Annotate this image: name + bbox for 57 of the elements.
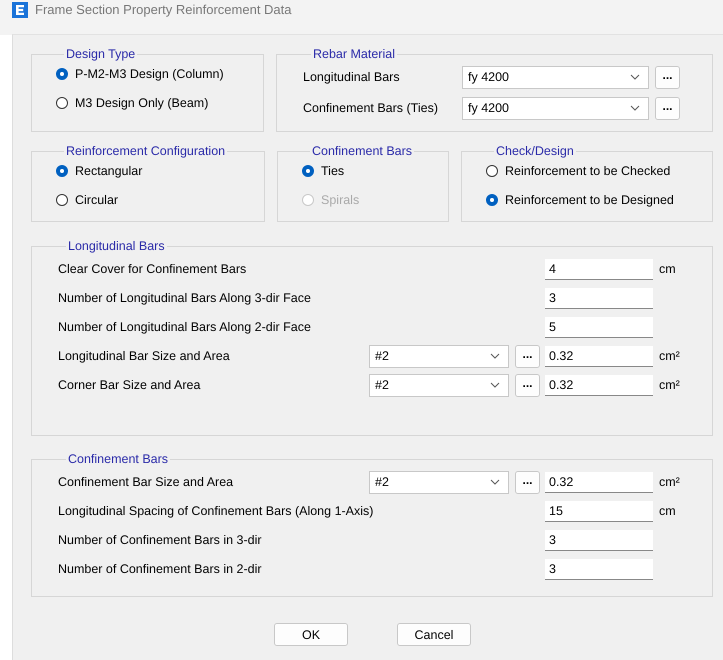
unit-label: cm — [658, 504, 677, 518]
field-label: Confinement Bar Size and Area — [58, 475, 234, 489]
radio-option[interactable]: Rectangular — [56, 162, 264, 179]
more-button[interactable]: ... — [515, 374, 540, 396]
dropdown[interactable]: #2 — [369, 344, 509, 368]
input-field[interactable]: 3 — [545, 558, 653, 580]
radio-option[interactable]: Ties — [302, 162, 448, 179]
dialog-button[interactable]: OK — [274, 623, 348, 646]
dropdown[interactable]: fy 4200 — [462, 96, 649, 120]
more-button[interactable]: ... — [655, 66, 680, 88]
unit-label: cm² — [658, 349, 681, 363]
input-field[interactable]: 15 — [545, 500, 653, 522]
radio-option[interactable]: Reinforcement to be Checked — [486, 162, 712, 179]
chevron-down-icon — [490, 479, 500, 485]
field-label: Clear Cover for Confinement Bars — [58, 262, 248, 276]
input-field[interactable]: 0.32 — [545, 374, 653, 396]
input-field[interactable]: 0.32 — [545, 346, 653, 366]
input-field[interactable]: 5 — [545, 316, 653, 338]
input-field[interactable]: 3 — [545, 530, 653, 550]
radio-option[interactable]: Circular — [56, 191, 264, 208]
field-label: Number of Confinement Bars in 2-dir — [58, 562, 263, 576]
input-field[interactable]: 0.32 — [545, 472, 653, 492]
chevron-down-icon — [490, 382, 500, 388]
radio-option[interactable]: P-M2-M3 Design (Column) — [56, 65, 263, 82]
unit-label: cm² — [658, 475, 681, 489]
radio-option[interactable]: Reinforcement to be Designed — [486, 191, 712, 208]
field-label: Longitudinal Bars — [303, 70, 401, 84]
unit-label: cm — [658, 262, 677, 276]
group-title: Confinement Bars — [311, 144, 414, 158]
unit-label: cm² — [658, 378, 681, 392]
input-field[interactable]: 4 — [545, 258, 653, 280]
group-title: Design Type — [65, 47, 136, 61]
field-label: Number of Longitudinal Bars Along 3-dir Face — [58, 291, 312, 305]
more-button[interactable]: ... — [655, 96, 680, 120]
group-title: Rebar Material — [312, 47, 396, 61]
field-label: Longitudinal Spacing of Confinement Bars (Along 1-Axis) — [58, 504, 374, 518]
window-title: Frame Section Property Reinforcement Data — [35, 2, 292, 17]
group-title: Check/Design — [495, 144, 575, 158]
chevron-down-icon — [630, 105, 640, 111]
field-label: Corner Bar Size and Area — [58, 378, 202, 392]
field-label: Number of Longitudinal Bars Along 2-dir Face — [58, 320, 312, 334]
group-title: Reinforcement Configuration — [65, 144, 226, 158]
input-field[interactable]: 3 — [545, 288, 653, 308]
field-label: Number of Confinement Bars in 3-dir — [58, 533, 263, 547]
dropdown[interactable]: fy 4200 — [462, 66, 649, 88]
dropdown[interactable]: #2 — [369, 374, 509, 396]
dropdown[interactable]: #2 — [369, 470, 509, 494]
group-title: Longitudinal Bars — [67, 239, 166, 253]
field-label: Longitudinal Bar Size and Area — [58, 349, 231, 363]
group-title: Confinement Bars — [67, 452, 170, 466]
chevron-down-icon — [490, 353, 500, 359]
radio-option[interactable]: M3 Design Only (Beam) — [56, 94, 263, 111]
dialog-button[interactable]: Cancel — [397, 623, 471, 646]
more-button[interactable]: ... — [515, 470, 540, 494]
more-button[interactable]: ... — [515, 344, 540, 368]
chevron-down-icon — [630, 74, 640, 80]
field-label: Confinement Bars (Ties) — [303, 101, 439, 115]
